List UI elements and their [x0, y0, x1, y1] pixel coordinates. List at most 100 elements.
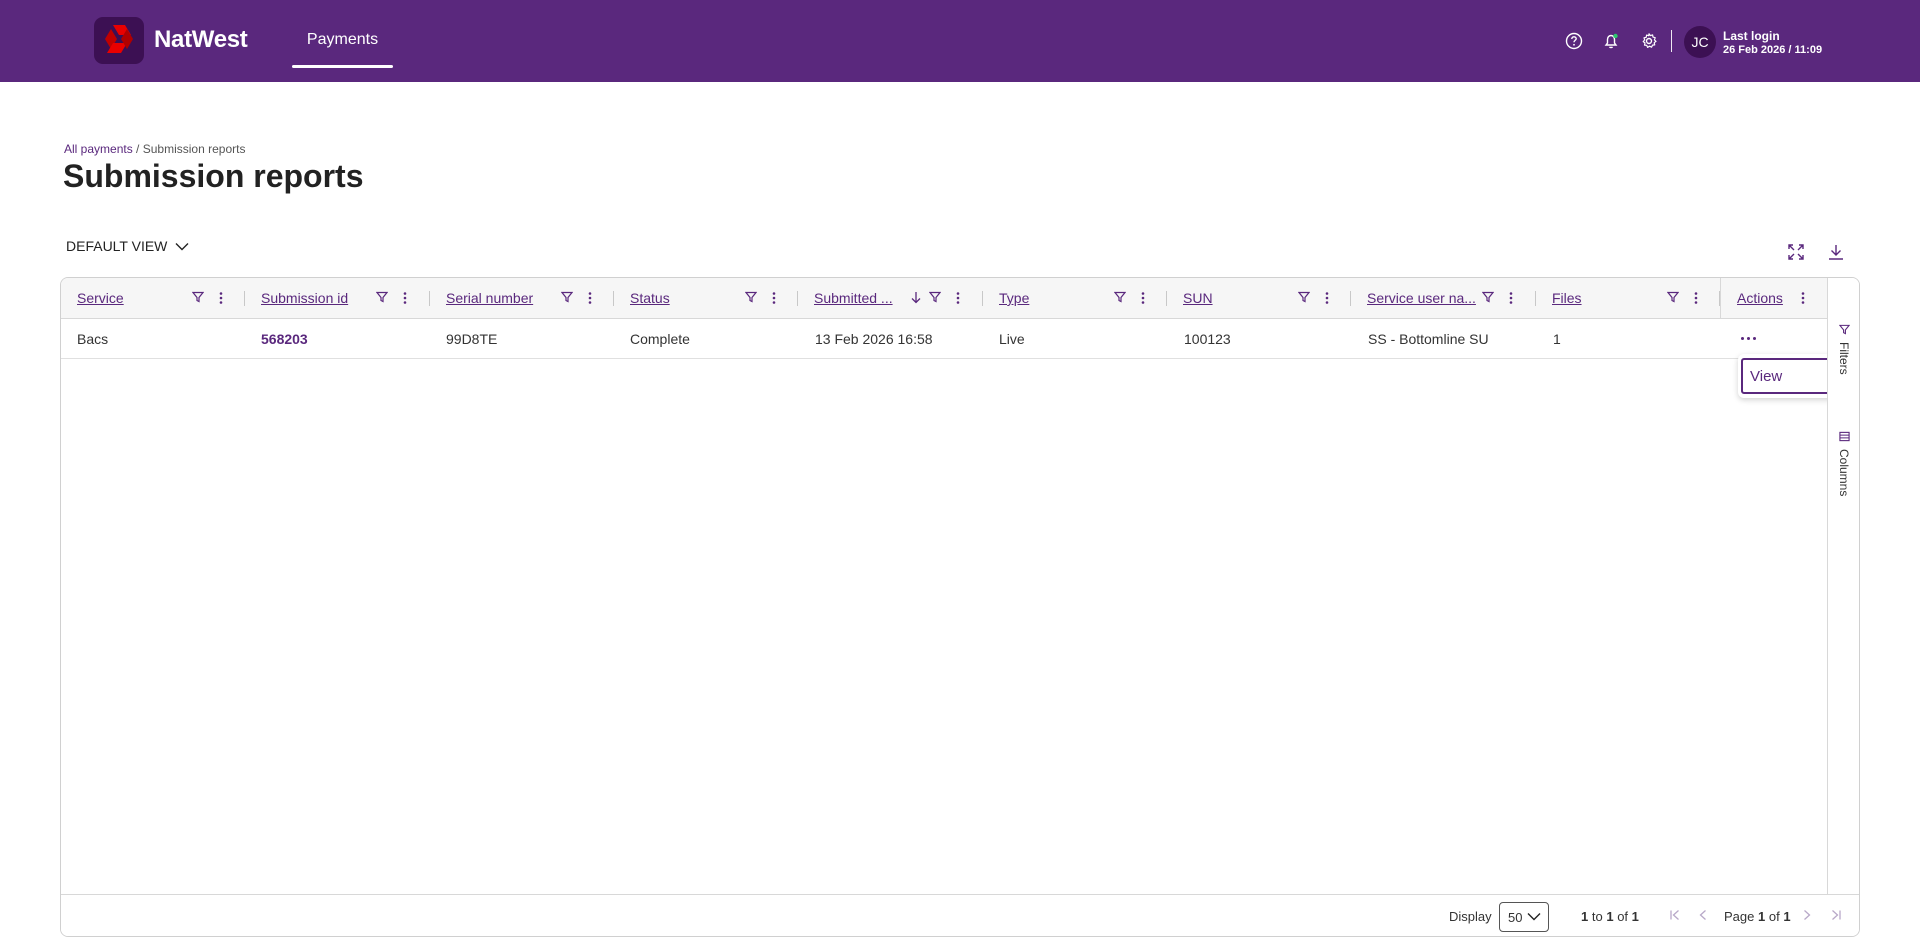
grid-footer: Display 50 1 to 1 of 1 Page 1 of 1	[61, 894, 1859, 936]
side-panel-filters-label: Filters	[1837, 342, 1851, 375]
cell-status: Complete	[630, 331, 690, 347]
kebab-icon[interactable]	[1509, 291, 1513, 305]
last-login-value: 26 Feb 2026 / 11:09	[1723, 44, 1823, 56]
column-label-type[interactable]: Type	[999, 290, 1119, 306]
bell-icon[interactable]	[1602, 32, 1620, 50]
download-icon[interactable]	[1827, 243, 1845, 261]
chevron-down-icon	[175, 242, 189, 250]
last-login-label: Last login	[1723, 29, 1780, 43]
view-selector[interactable]: DEFAULT VIEW	[66, 238, 189, 254]
cell-sun: 100123	[1184, 331, 1231, 347]
submission-reports-grid: Service Submission id Serial number Stat…	[60, 277, 1860, 937]
page-current: 1	[1758, 909, 1766, 924]
side-panel-columns-button[interactable]: Columns	[1828, 431, 1859, 511]
row-range: 1 to 1 of 1	[1581, 909, 1639, 924]
help-icon[interactable]	[1565, 32, 1583, 50]
row-actions-menu: View	[1738, 354, 1836, 398]
brand-name: NatWest	[154, 26, 248, 53]
column-label-status[interactable]: Status	[630, 290, 750, 306]
cell-type: Live	[999, 331, 1025, 347]
filter-icon[interactable]	[929, 291, 941, 303]
columns-icon	[1839, 431, 1850, 442]
last-login: Last login 26 Feb 2026 / 11:09	[1723, 29, 1822, 57]
page-indicator: Page 1 of 1	[1724, 909, 1791, 924]
breadcrumb: All payments / Submission reports	[64, 142, 245, 156]
page-total: 1	[1783, 909, 1791, 924]
kebab-icon[interactable]	[772, 291, 776, 305]
column-header-serial-number: Serial number	[430, 278, 614, 319]
range-total: 1	[1631, 909, 1639, 924]
cell-files: 1	[1553, 331, 1561, 347]
column-label-actions[interactable]: Actions	[1737, 290, 1807, 306]
view-selector-label: DEFAULT VIEW	[66, 238, 168, 254]
column-header-type: Type	[983, 278, 1167, 319]
column-label-files[interactable]: Files	[1552, 290, 1672, 306]
kebab-icon[interactable]	[956, 291, 960, 305]
filter-icon[interactable]	[745, 291, 757, 303]
kebab-icon[interactable]	[219, 291, 223, 305]
menu-item-view[interactable]: View	[1741, 358, 1835, 394]
expand-icon[interactable]	[1787, 243, 1805, 261]
breadcrumb-current: Submission reports	[142, 142, 246, 156]
table-row[interactable]: Bacs 568203 99D8TE Complete 13 Feb 2026 …	[61, 319, 1827, 359]
filter-icon[interactable]	[1482, 291, 1494, 303]
nav-tab-active-indicator	[292, 65, 393, 68]
column-label-submitted[interactable]: Submitted ...	[814, 290, 906, 306]
filter-icon[interactable]	[561, 291, 573, 303]
grid-header: Service Submission id Serial number Stat…	[61, 278, 1827, 319]
nav-tab-payments[interactable]: Payments	[292, 0, 393, 82]
column-label-service-user-name[interactable]: Service user na...	[1367, 290, 1479, 306]
range-to-word: to	[1591, 909, 1603, 924]
top-bar: NatWest Payments JC Last login 26 Feb 20…	[0, 0, 1920, 82]
avatar[interactable]: JC	[1684, 26, 1716, 58]
display-label: Display	[1449, 909, 1492, 924]
cell-submitted: 13 Feb 2026 16:58	[815, 331, 933, 347]
range-to: 1	[1606, 909, 1614, 924]
cell-submission-id[interactable]: 568203	[261, 331, 308, 347]
filter-icon[interactable]	[1298, 291, 1310, 303]
natwest-logo[interactable]	[94, 17, 144, 64]
column-label-serial-number[interactable]: Serial number	[446, 290, 566, 306]
page-title: Submission reports	[63, 158, 364, 194]
filter-icon[interactable]	[1114, 291, 1126, 303]
natwest-logo-icon	[105, 25, 133, 53]
cell-serial-number: 99D8TE	[446, 331, 498, 347]
filter-icon[interactable]	[1667, 291, 1679, 303]
last-page-icon[interactable]	[1830, 909, 1842, 921]
grid-side-panel: Filters Columns	[1827, 278, 1859, 894]
page-size-select[interactable]: 50	[1499, 902, 1549, 932]
kebab-icon[interactable]	[1325, 291, 1329, 305]
breadcrumb-all-payments[interactable]: All payments	[64, 142, 133, 156]
kebab-icon[interactable]	[1141, 291, 1145, 305]
side-panel-filters-button[interactable]: Filters	[1828, 324, 1859, 404]
kebab-icon[interactable]	[403, 291, 407, 305]
page-size-value: 50	[1508, 910, 1523, 925]
column-label-service[interactable]: Service	[77, 290, 197, 306]
kebab-icon[interactable]	[588, 291, 592, 305]
row-actions-icon[interactable]	[1741, 337, 1756, 340]
range-of-word: of	[1617, 909, 1629, 924]
page-of-word: of	[1768, 909, 1780, 924]
cell-service-user-name: SS - Bottomline SU	[1368, 331, 1489, 347]
column-header-status: Status	[614, 278, 798, 319]
filter-icon[interactable]	[192, 291, 204, 303]
gear-icon[interactable]	[1640, 32, 1658, 50]
kebab-icon[interactable]	[1801, 291, 1805, 305]
sort-desc-icon[interactable]	[910, 291, 922, 304]
first-page-icon[interactable]	[1669, 909, 1681, 921]
column-header-sun: SUN	[1167, 278, 1351, 319]
column-header-submission-id: Submission id	[245, 278, 430, 319]
nav-tab-label: Payments	[306, 31, 379, 48]
column-label-sun[interactable]: SUN	[1183, 290, 1303, 306]
prev-page-icon[interactable]	[1697, 909, 1709, 921]
filter-icon[interactable]	[376, 291, 388, 303]
kebab-icon[interactable]	[1694, 291, 1698, 305]
column-header-actions: Actions	[1720, 278, 1827, 319]
column-header-service-user-name: Service user na...	[1351, 278, 1536, 319]
column-label-submission-id[interactable]: Submission id	[261, 290, 381, 306]
range-from: 1	[1581, 909, 1589, 924]
next-page-icon[interactable]	[1801, 909, 1813, 921]
page-word: Page	[1724, 909, 1755, 924]
header-divider	[1671, 30, 1672, 52]
breadcrumb-separator: /	[136, 142, 140, 156]
